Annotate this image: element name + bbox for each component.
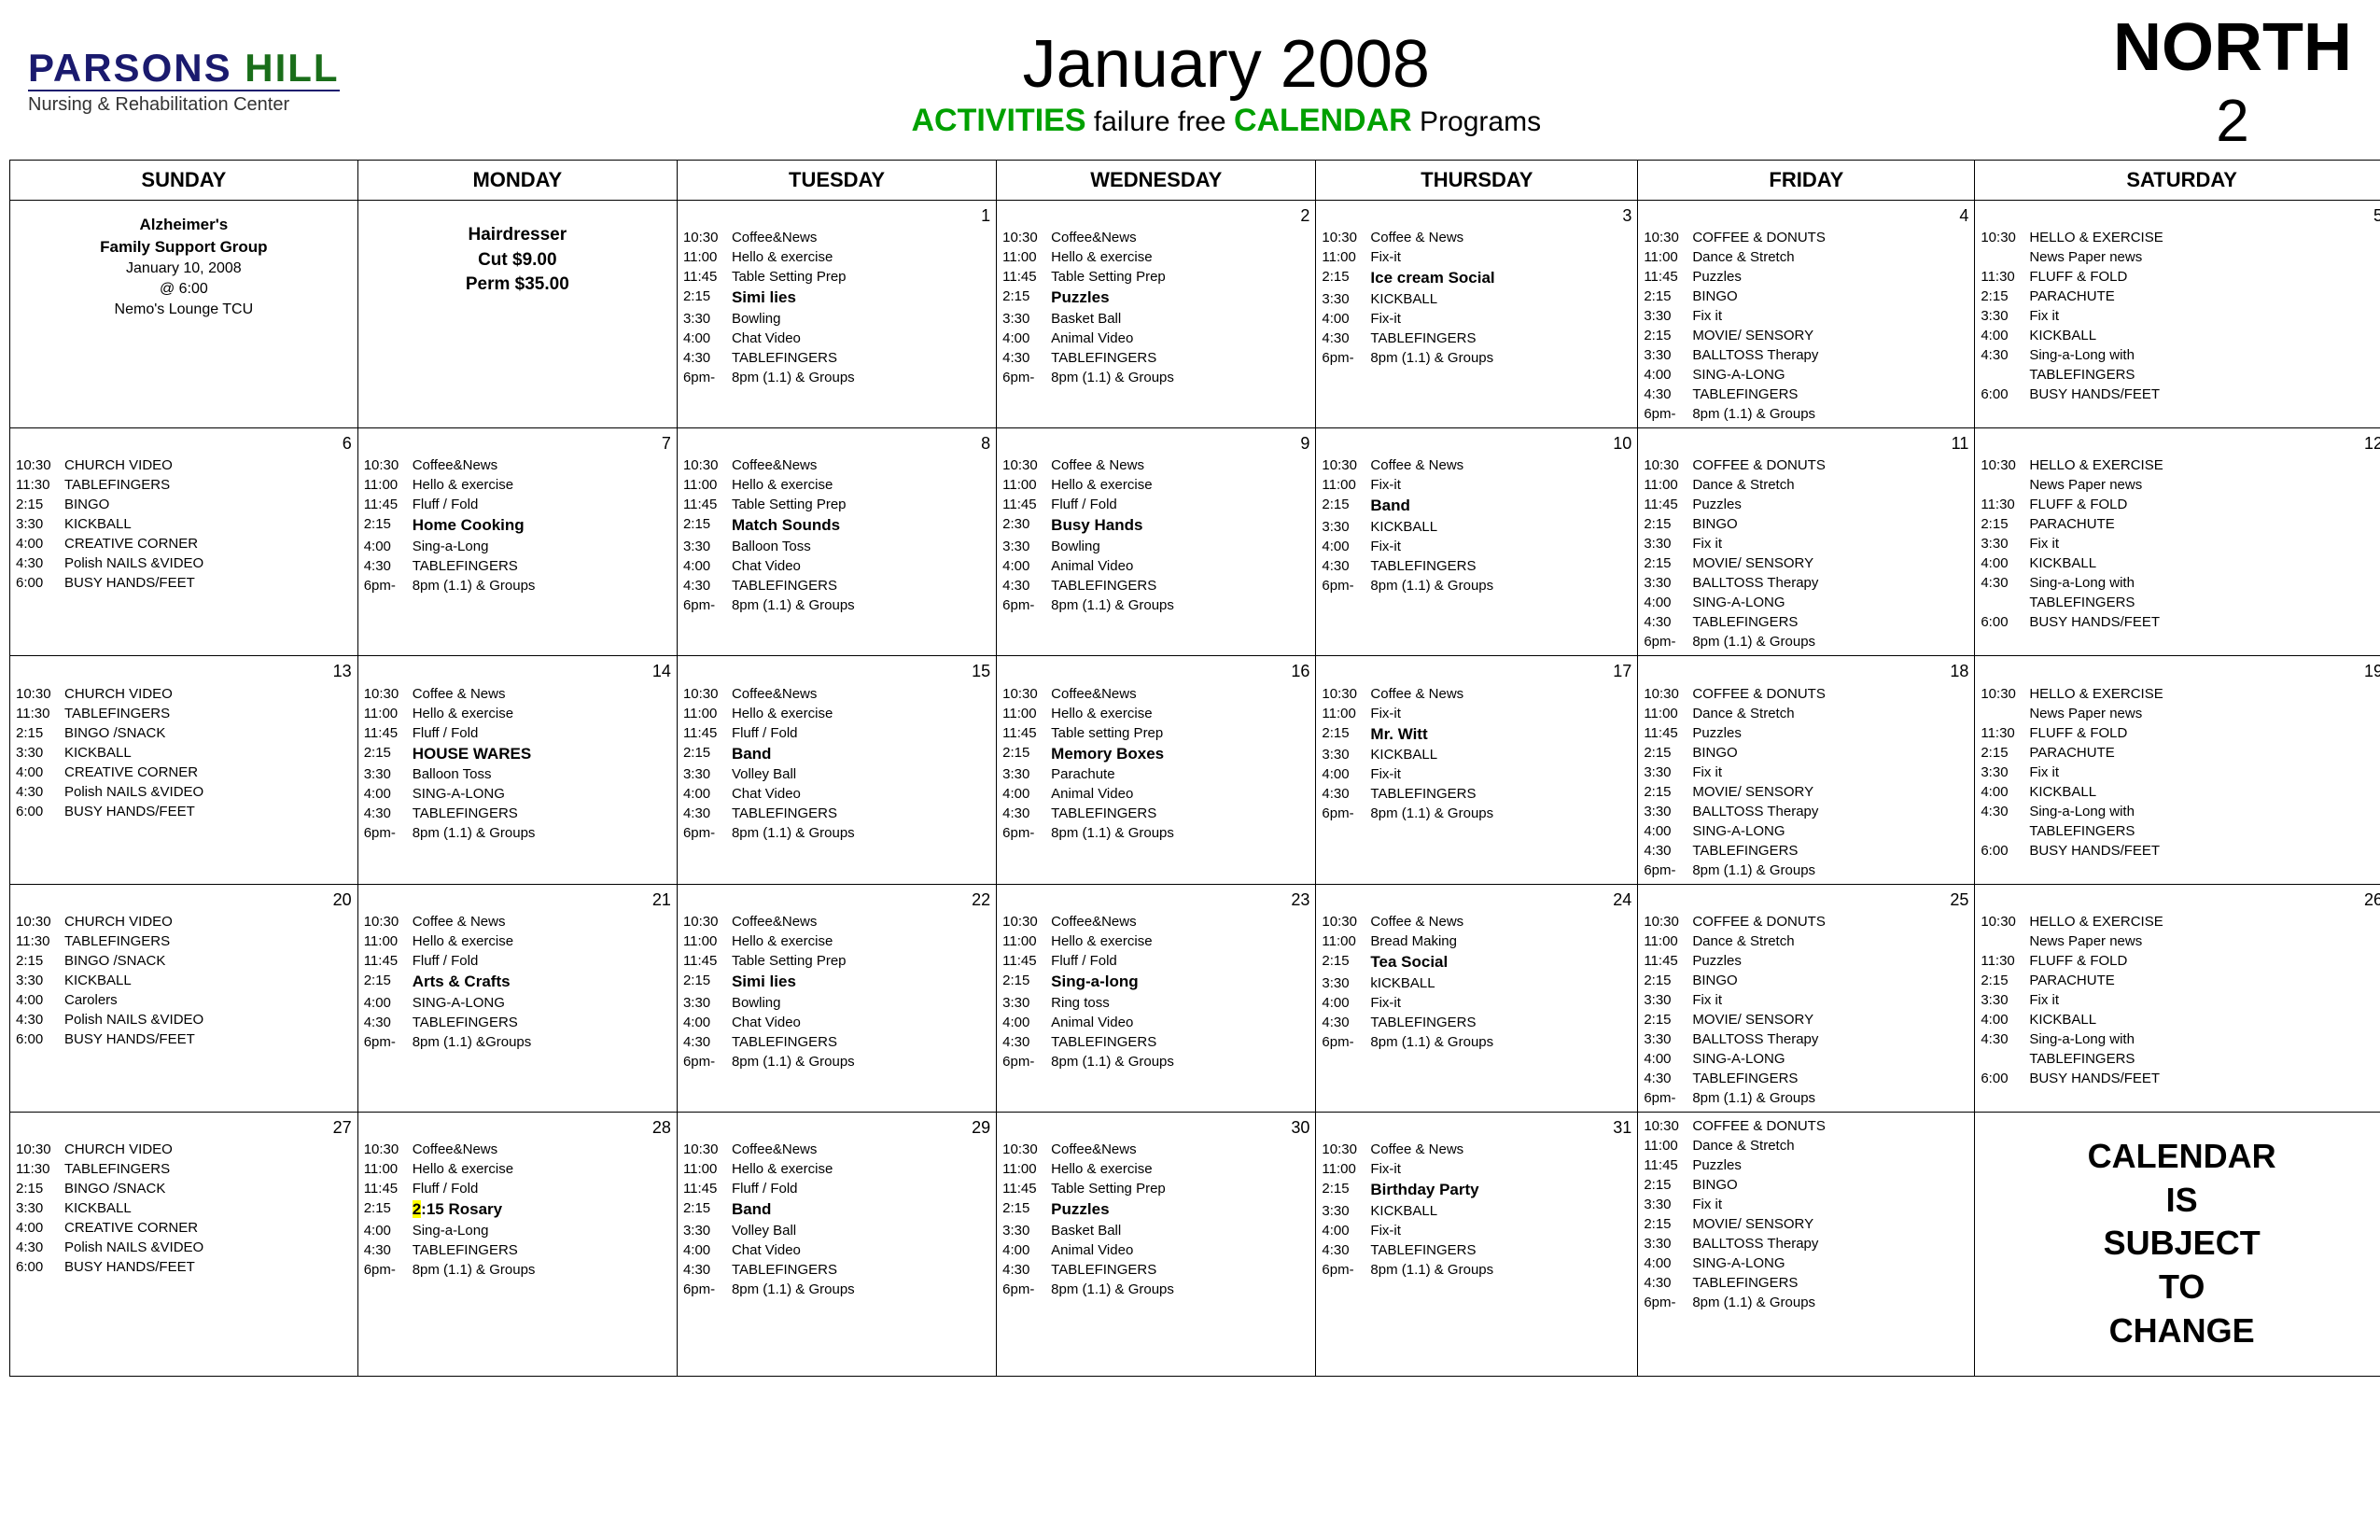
cell-thu-3: 3 10:30Coffee & News 11:00Fix-it 2:15Ice… bbox=[1316, 201, 1638, 428]
logo-area: PARSONS HILL Nursing & Rehabilitation Ce… bbox=[28, 49, 340, 116]
cell-wed-2: 2 10:30Coffee&News 11:00Hello & exercise… bbox=[997, 201, 1316, 428]
sunday-special-text: Alzheimer's Family Support Group January… bbox=[16, 204, 352, 330]
cell-sun-27: 27 10:30CHURCH VIDEO 11:30TABLEFINGERS 2… bbox=[10, 1112, 358, 1376]
month-title: January 2008 bbox=[911, 26, 1541, 103]
cell-content: Hairdresser Cut $9.00 Perm $35.00 bbox=[364, 204, 671, 298]
table-row: 13 10:30CHURCH VIDEO 11:30TABLEFINGERS 2… bbox=[10, 656, 2380, 884]
cell-tue-29: 29 10:30Coffee&News 11:00Hello & exercis… bbox=[677, 1112, 996, 1376]
cell-fri-11: 11 10:30COFFEE & DONUTS 11:00Dance & Str… bbox=[1638, 428, 1975, 656]
cell-sat-12: 12 10:30HELLO & EXERCISE News Paper news… bbox=[1975, 428, 2380, 656]
col-saturday: SATURDAY bbox=[1975, 161, 2380, 201]
cell-wed-16: 16 10:30Coffee&News 11:00Hello & exercis… bbox=[997, 656, 1316, 884]
cell-sun-20: 20 10:30CHURCH VIDEO 11:30TABLEFINGERS 2… bbox=[10, 884, 358, 1112]
cell-thu-31: 31 10:30Coffee & News 11:00Fix-it 2:15Bi… bbox=[1316, 1112, 1638, 1376]
cell-mon-28: 28 10:30Coffee&News 11:00Hello & exercis… bbox=[357, 1112, 677, 1376]
cell-fri-blank: 10:30COFFEE & DONUTS 11:00Dance & Stretc… bbox=[1638, 1112, 1975, 1376]
calendar-table: SUNDAY MONDAY TUESDAY WEDNESDAY THURSDAY… bbox=[9, 160, 2380, 1377]
north-area: NORTH 2 bbox=[2113, 9, 2352, 155]
col-sunday: SUNDAY bbox=[10, 161, 358, 201]
cell-mon-14: 14 10:30Coffee & News 11:00Hello & exerc… bbox=[357, 656, 677, 884]
cell-sun-6: 6 10:30CHURCH VIDEO 11:30TABLEFINGERS 2:… bbox=[10, 428, 358, 656]
col-tuesday: TUESDAY bbox=[677, 161, 996, 201]
title-center: January 2008 ACTIVITIES failure free CAL… bbox=[911, 26, 1541, 139]
cell-tue-1: 1 10:30Coffee&News 11:00Hello & exercise… bbox=[677, 201, 996, 428]
cell-fri-18: 18 10:30COFFEE & DONUTS 11:00Dance & Str… bbox=[1638, 656, 1975, 884]
logo-subtitle: Nursing & Rehabilitation Center bbox=[28, 90, 340, 116]
table-row: 6 10:30CHURCH VIDEO 11:30TABLEFINGERS 2:… bbox=[10, 428, 2380, 656]
cell-blank-sunday: Alzheimer's Family Support Group January… bbox=[10, 201, 358, 428]
cell-sun-13: 13 10:30CHURCH VIDEO 11:30TABLEFINGERS 2… bbox=[10, 656, 358, 884]
col-wednesday: WEDNESDAY bbox=[997, 161, 1316, 201]
cell-mon-week1: Hairdresser Cut $9.00 Perm $35.00 bbox=[357, 201, 677, 428]
cell-sat-19: 19 10:30HELLO & EXERCISE News Paper news… bbox=[1975, 656, 2380, 884]
activities-line: ACTIVITIES failure free CALENDAR Program… bbox=[911, 103, 1541, 139]
cell-fri-25: 25 10:30COFFEE & DONUTS 11:00Dance & Str… bbox=[1638, 884, 1975, 1112]
cell-mon-7: 7 10:30Coffee&News 11:00Hello & exercise… bbox=[357, 428, 677, 656]
col-thursday: THURSDAY bbox=[1316, 161, 1638, 201]
cell-calendar-change: CALENDARISSUBJECTTOCHANGE bbox=[1975, 1112, 2380, 1376]
table-row: 27 10:30CHURCH VIDEO 11:30TABLEFINGERS 2… bbox=[10, 1112, 2380, 1376]
cell-tue-15: 15 10:30Coffee&News 11:00Hello & exercis… bbox=[677, 656, 996, 884]
cell-sat-5: 5 10:30HELLO & EXERCISE News Paper news … bbox=[1975, 201, 2380, 428]
cell-tue-22: 22 10:30Coffee&News 11:00Hello & exercis… bbox=[677, 884, 996, 1112]
cell-fri-4: 4 10:30COFFEE & DONUTS 11:00Dance & Stre… bbox=[1638, 201, 1975, 428]
cell-thu-10: 10 10:30Coffee & News 11:00Fix-it 2:15Ba… bbox=[1316, 428, 1638, 656]
cell-thu-24: 24 10:30Coffee & News 11:00Bread Making … bbox=[1316, 884, 1638, 1112]
header: PARSONS HILL Nursing & Rehabilitation Ce… bbox=[0, 0, 2380, 160]
cell-thu-17: 17 10:30Coffee & News 11:00Fix-it 2:15Mr… bbox=[1316, 656, 1638, 884]
cell-tue-8: 8 10:30Coffee&News 11:00Hello & exercise… bbox=[677, 428, 996, 656]
table-row: Alzheimer's Family Support Group January… bbox=[10, 201, 2380, 428]
cell-wed-9: 9 10:30Coffee & News 11:00Hello & exerci… bbox=[997, 428, 1316, 656]
north-num: 2 bbox=[2113, 86, 2352, 155]
north-title: NORTH bbox=[2113, 9, 2352, 86]
cell-sat-26: 26 10:30HELLO & EXERCISE News Paper news… bbox=[1975, 884, 2380, 1112]
cell-wed-30: 30 10:30Coffee&News 11:00Hello & exercis… bbox=[997, 1112, 1316, 1376]
cell-mon-21: 21 10:30Coffee & News 11:00Hello & exerc… bbox=[357, 884, 677, 1112]
logo-parsons: PARSONS HILL bbox=[28, 49, 340, 88]
col-monday: MONDAY bbox=[357, 161, 677, 201]
col-friday: FRIDAY bbox=[1638, 161, 1975, 201]
table-row: 20 10:30CHURCH VIDEO 11:30TABLEFINGERS 2… bbox=[10, 884, 2380, 1112]
calendar-change-notice: CALENDARISSUBJECTTOCHANGE bbox=[1981, 1116, 2380, 1372]
cell-wed-23: 23 10:30Coffee&News 11:00Hello & exercis… bbox=[997, 884, 1316, 1112]
